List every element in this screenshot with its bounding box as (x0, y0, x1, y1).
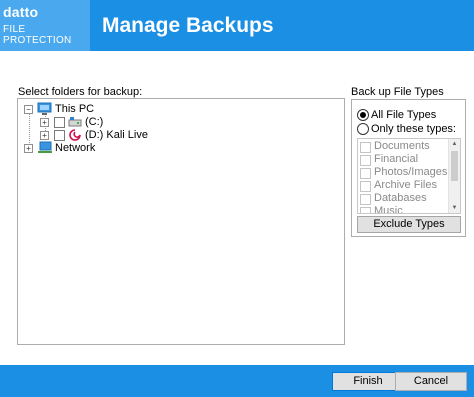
expand-icon[interactable]: + (40, 118, 49, 127)
tree-node-label: (C:) (85, 116, 104, 128)
computer-icon (37, 102, 52, 115)
radio-button[interactable] (357, 123, 369, 135)
folders-label: Select folders for backup: (18, 86, 143, 98)
expand-icon[interactable]: + (24, 144, 33, 153)
type-checkbox[interactable] (360, 207, 371, 213)
radio-label: All File Types (371, 109, 437, 121)
tree-node-network[interactable]: + Network (24, 141, 144, 155)
collapse-icon[interactable]: − (24, 105, 33, 114)
datto-logo: datto FILE PROTECTION (0, 0, 90, 51)
type-label: Photos/Images (374, 166, 448, 178)
type-checkbox[interactable] (360, 142, 371, 153)
expand-icon[interactable]: + (40, 131, 49, 140)
tree-node-this-pc[interactable]: − This PC (24, 102, 144, 116)
tree-node-d-drive[interactable]: + (D:) Kali Live (40, 128, 180, 142)
debian-swirl-icon (69, 129, 81, 141)
footer-bar: Finish Cancel (0, 365, 474, 397)
file-type-list[interactable]: Documents Financial Photos/Images Archiv… (357, 138, 461, 214)
finish-button[interactable]: Finish (332, 372, 404, 391)
folder-checkbox[interactable] (54, 117, 65, 128)
type-checkbox[interactable] (360, 194, 371, 205)
scroll-thumb[interactable] (451, 151, 458, 181)
type-label: Databases (374, 192, 427, 204)
radio-label: Only these types: (371, 123, 456, 135)
logo-brand: datto (3, 4, 39, 20)
file-types-panel: All File Types Only these types: Documen… (351, 99, 466, 237)
scrollbar[interactable]: ▲ ▼ (448, 139, 460, 213)
logo-subtitle: FILE PROTECTION (3, 24, 72, 46)
drive-icon (68, 117, 82, 127)
network-icon (38, 141, 52, 153)
type-checkbox[interactable] (360, 181, 371, 192)
cancel-button[interactable]: Cancel (395, 372, 467, 391)
file-types-label: Back up File Types (351, 86, 444, 98)
type-label: Financial (374, 153, 419, 165)
exclude-types-button[interactable]: Exclude Types (357, 216, 461, 233)
type-label: Documents (374, 140, 430, 152)
header-bar: datto FILE PROTECTION Manage Backups (0, 0, 474, 51)
tree-node-c-drive[interactable]: + (C:) (40, 115, 160, 129)
tree-node-label: (D:) Kali Live (85, 129, 148, 141)
page-title: Manage Backups (102, 14, 274, 37)
folder-tree[interactable]: − This PC + (C:) + (D:) Kali Live + Netw… (17, 98, 345, 345)
folder-checkbox[interactable] (54, 130, 65, 141)
type-checkbox[interactable] (360, 168, 371, 179)
type-label: Archive Files (374, 179, 437, 191)
scroll-down-icon[interactable]: ▼ (449, 203, 460, 213)
radio-button-selected[interactable] (357, 109, 369, 121)
tree-node-label: Network (55, 142, 96, 154)
type-label: Music (374, 205, 403, 214)
type-checkbox[interactable] (360, 155, 371, 166)
tree-node-label: This PC (55, 103, 95, 115)
scroll-up-icon[interactable]: ▲ (449, 139, 460, 149)
